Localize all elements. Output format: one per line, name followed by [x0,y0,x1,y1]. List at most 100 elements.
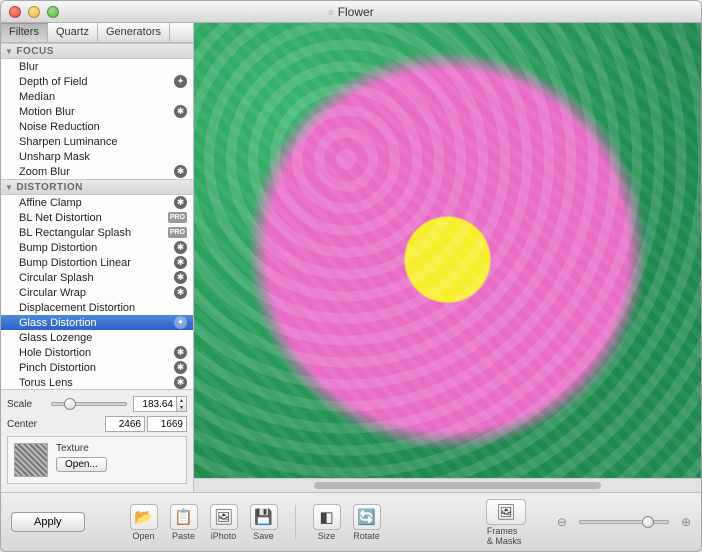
filter-item-label: Sharpen Luminance [19,136,117,148]
scale-label: Scale [7,399,45,410]
traffic-lights [9,6,59,18]
scale-slider[interactable] [51,402,127,406]
scrollbar-thumb[interactable] [314,482,601,489]
size-icon: ◧ [313,504,341,530]
filter-item[interactable]: Displacement Distortion [1,300,193,315]
filter-item-label: Bump Distortion [19,242,97,254]
group-header[interactable]: ▼DISTORTION [1,179,193,195]
filter-item[interactable]: Bump Distortion [1,240,193,255]
zoom-slider[interactable] [579,520,669,524]
zoom-slider-thumb[interactable] [642,516,654,528]
scale-slider-thumb[interactable] [64,398,76,410]
image-canvas[interactable] [194,23,701,478]
filter-item[interactable]: Median [1,89,193,104]
texture-label: Texture [56,443,107,454]
toolbar-size-button[interactable]: ◧Size [308,504,346,541]
center-label: Center [7,419,45,430]
image-content [194,23,701,478]
paste-icon: 📋 [170,504,198,530]
group-header[interactable]: ▼FOCUS [1,43,193,59]
filter-item-label: Circular Wrap [19,287,86,299]
filter-item[interactable]: Glass Distortion [1,315,193,330]
target-icon [174,286,187,299]
center-y-field[interactable] [147,416,187,432]
filter-item-label: Unsharp Mask [19,151,90,163]
filter-item[interactable]: Circular Wrap [1,285,193,300]
group-label: DISTORTION [16,182,82,193]
toolbar-paste-button[interactable]: 📋Paste [165,504,203,541]
grid-icon [174,316,187,329]
tab-filters[interactable]: Filters [1,23,48,42]
toolbar-save-button[interactable]: 💾Save [245,504,283,541]
pro-badge: PRO [168,212,187,223]
grid-icon [174,75,187,88]
filter-item-label: BL Net Distortion [19,212,102,224]
target-icon [174,165,187,178]
iphoto-icon: 🖼 [210,504,238,530]
filter-item-label: Bump Distortion Linear [19,257,131,269]
sidebar: Filters Quartz Generators ▼FOCUS BlurDept… [1,23,194,492]
filter-item[interactable]: Zoom Blur [1,164,193,179]
zoom-in-icon[interactable]: ⊕ [681,515,691,529]
save-icon: 💾 [250,504,278,530]
frames-icon: 🖼 [486,499,526,525]
zoom-button[interactable] [47,6,59,18]
filter-item[interactable]: Depth of Field [1,74,193,89]
filter-item[interactable]: Torus Lens [1,375,193,389]
toolbar-rotate-button[interactable]: 🔄Rotate [348,504,386,541]
filter-item-label: Zoom Blur [19,166,70,178]
target-icon [174,241,187,254]
target-icon [174,256,187,269]
titlebar: Flower [1,1,701,23]
filter-item[interactable]: Unsharp Mask [1,149,193,164]
target-icon [174,105,187,118]
toolbar-button-label: Save [253,531,274,541]
disclosure-triangle-icon: ▼ [5,47,13,56]
pro-badge: PRO [168,227,187,238]
texture-well: Texture Open... [7,436,187,484]
filter-params: Scale ▴▾ Center Texture [1,389,193,492]
texture-open-button[interactable]: Open... [56,457,107,472]
minimize-button[interactable] [28,6,40,18]
bottom-toolbar: Apply 📂Open📋Paste🖼iPhoto💾Save ◧Size🔄Rota… [1,492,701,551]
filter-item[interactable]: Noise Reduction [1,119,193,134]
toolbar-group-transform: ◧Size🔄Rotate [308,504,386,541]
filter-item[interactable]: BL Net Distortion PRO [1,210,193,225]
filter-item[interactable]: Affine Clamp [1,195,193,210]
filter-list[interactable]: ▼FOCUS BlurDepth of FieldMedianMotion Blu… [1,43,193,389]
scale-stepper[interactable]: ▴▾ [177,396,187,412]
horizontal-scrollbar[interactable] [194,478,701,492]
filter-item[interactable]: Bump Distortion Linear [1,255,193,270]
frames-masks-button[interactable]: 🖼 Frames & Masks [487,499,525,546]
close-button[interactable] [9,6,21,18]
filter-item[interactable]: Blur [1,59,193,74]
toolbar-separator [295,505,296,539]
filter-item[interactable]: BL Rectangular SplashPRO [1,225,193,240]
toolbar-open-button[interactable]: 📂Open [125,504,163,541]
filter-item-label: Circular Splash [19,272,94,284]
apply-button[interactable]: Apply [11,512,85,532]
toolbar-iphoto-button[interactable]: 🖼iPhoto [205,504,243,541]
tab-generators[interactable]: Generators [98,23,170,42]
filter-item[interactable]: Circular Splash [1,270,193,285]
toolbar-group-file: 📂Open📋Paste🖼iPhoto💾Save [125,504,283,541]
texture-thumbnail[interactable] [14,443,48,477]
filter-item-label: Blur [19,61,39,73]
filter-item-label: Hole Distortion [19,347,91,359]
target-icon [174,271,187,284]
center-x-field[interactable] [105,416,145,432]
filter-item[interactable]: Pinch Distortion [1,360,193,375]
tab-quartz[interactable]: Quartz [48,23,98,42]
scale-value-field[interactable] [133,396,177,412]
toolbar-button-label: iPhoto [211,531,237,541]
filter-item-label: Noise Reduction [19,121,100,133]
rotate-icon: 🔄 [353,504,381,530]
zoom-control: ⊖ ⊕ [557,515,691,529]
filter-item[interactable]: Motion Blur [1,104,193,119]
filter-item[interactable]: Sharpen Luminance [1,134,193,149]
zoom-out-icon[interactable]: ⊖ [557,515,567,529]
target-icon [174,346,187,359]
filter-item[interactable]: Glass Lozenge [1,330,193,345]
filter-item-label: Pinch Distortion [19,362,96,374]
filter-item[interactable]: Hole Distortion [1,345,193,360]
